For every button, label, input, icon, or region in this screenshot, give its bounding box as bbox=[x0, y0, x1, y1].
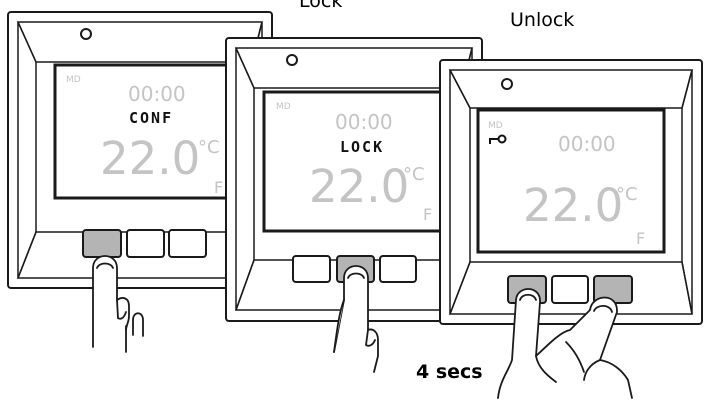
mode-label: MD bbox=[488, 121, 503, 131]
lock-title: Lock bbox=[299, 0, 342, 12]
temperature-display: 22.0 bbox=[100, 132, 200, 185]
button-middle[interactable] bbox=[551, 275, 589, 304]
fahrenheit-unit: F bbox=[636, 229, 645, 248]
unlock-title: Unlock bbox=[510, 9, 574, 31]
mode-label: MD bbox=[276, 102, 291, 112]
mode-label: MD bbox=[66, 75, 81, 85]
celsius-unit: °C bbox=[616, 184, 638, 205]
thermostat-panel-3: MD 00:00 22.0 °C F bbox=[439, 59, 703, 399]
time-display: 00:00 bbox=[335, 110, 393, 134]
button-left[interactable] bbox=[292, 255, 331, 283]
status-word: CONF bbox=[129, 109, 173, 127]
celsius-unit: °C bbox=[403, 164, 425, 185]
lock-unlock-diagram: .o { fill: none; stroke: #1a1a1a; stroke… bbox=[7, 0, 703, 399]
time-display: 00:00 bbox=[558, 132, 616, 156]
fahrenheit-unit: F bbox=[214, 178, 223, 197]
temperature-display: 22.0 bbox=[309, 160, 409, 213]
status-word: LOCK bbox=[340, 138, 384, 156]
fahrenheit-unit: F bbox=[423, 205, 432, 224]
temperature-display: 22.0 bbox=[523, 179, 623, 232]
button-left-pressed[interactable] bbox=[82, 229, 122, 258]
duration-label: 4 secs bbox=[416, 361, 483, 383]
button-right[interactable] bbox=[168, 229, 207, 258]
button-middle[interactable] bbox=[126, 229, 165, 258]
button-right[interactable] bbox=[379, 255, 417, 283]
celsius-unit: °C bbox=[198, 137, 220, 158]
time-display: 00:00 bbox=[128, 82, 186, 106]
